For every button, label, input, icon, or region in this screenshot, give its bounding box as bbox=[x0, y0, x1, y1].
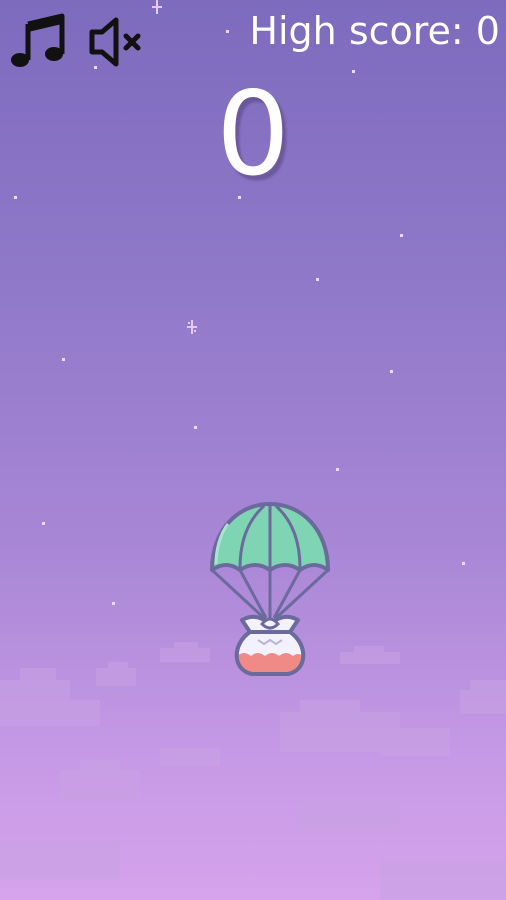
star-dot bbox=[112, 602, 115, 605]
star-dot bbox=[390, 370, 393, 373]
speaker-muted-icon bbox=[89, 17, 141, 67]
music-note-icon bbox=[11, 13, 65, 67]
star-dot bbox=[62, 358, 65, 361]
star-dot bbox=[42, 522, 45, 525]
star-dot bbox=[226, 30, 229, 33]
sparkle-icon bbox=[187, 320, 197, 334]
star-dot bbox=[194, 426, 197, 429]
music-toggle-button[interactable] bbox=[8, 10, 70, 72]
high-score-label: High score: 0 bbox=[249, 9, 500, 53]
parachute-crate-icon bbox=[210, 502, 330, 676]
current-score: 0 bbox=[216, 67, 290, 202]
star-dot bbox=[316, 278, 319, 281]
star-dot bbox=[462, 562, 465, 565]
sound-toggle-button[interactable] bbox=[86, 10, 148, 72]
game-scene[interactable]: High score: 0 0 bbox=[0, 0, 506, 900]
sparkle-icon bbox=[152, 0, 162, 14]
star-dot bbox=[336, 468, 339, 471]
star-dot bbox=[400, 234, 403, 237]
